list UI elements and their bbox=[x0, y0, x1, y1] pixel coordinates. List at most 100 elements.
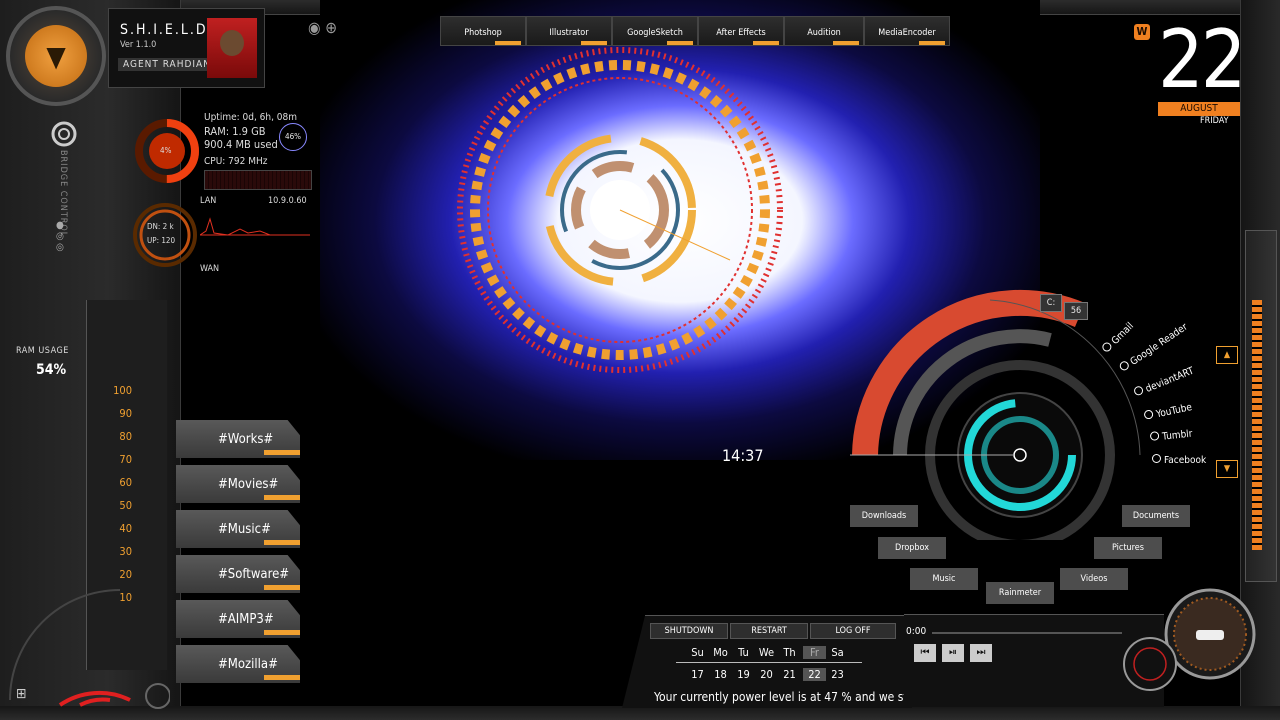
shutdown-button[interactable]: SHUTDOWN bbox=[650, 623, 728, 639]
scale-tick: 80 bbox=[119, 430, 132, 443]
download-speed: DN: 2 k bbox=[147, 222, 174, 231]
calendar-day: Mo bbox=[713, 646, 728, 659]
shortcut-label: #Works# bbox=[218, 431, 274, 447]
cpu-graph bbox=[204, 170, 312, 190]
shortcut-movies[interactable]: #Movies# bbox=[176, 465, 300, 503]
app-mediaencoder[interactable]: MediaEncoder bbox=[864, 16, 950, 46]
network-gauge bbox=[133, 203, 197, 267]
shortcut-works[interactable]: #Works# bbox=[176, 420, 300, 458]
shortcut-label: #Music# bbox=[218, 521, 271, 537]
calendar-date: 17 bbox=[691, 668, 704, 681]
power-bar bbox=[1252, 300, 1262, 550]
app-photoshop[interactable]: Photshop bbox=[440, 16, 526, 46]
avatar bbox=[207, 18, 257, 78]
uptime: Uptime: 0d, 6h, 08m bbox=[204, 112, 298, 123]
scale-tick: 90 bbox=[119, 407, 132, 420]
scale-tick: 60 bbox=[119, 476, 132, 489]
scale-tick: 100 bbox=[113, 384, 132, 397]
dot-icons: ● ◎ ◎ bbox=[56, 220, 64, 253]
target-icon[interactable] bbox=[50, 120, 78, 148]
folder-pictures[interactable]: Pictures bbox=[1094, 537, 1162, 559]
calendar-divider bbox=[676, 662, 862, 663]
folder-dropbox[interactable]: Dropbox bbox=[878, 537, 946, 559]
calendar-day: Th bbox=[783, 646, 796, 659]
calendar-day: Sa bbox=[831, 646, 844, 659]
shortcut-music[interactable]: #Music# bbox=[176, 510, 300, 548]
link-label: Facebook bbox=[1164, 455, 1207, 466]
settings-icons[interactable]: ◉ ⊕ bbox=[308, 18, 337, 37]
folder-downloads[interactable]: Downloads bbox=[850, 505, 918, 527]
calendar-date: 21 bbox=[783, 668, 796, 681]
link-facebook[interactable]: Facebook bbox=[1152, 448, 1206, 467]
calendar-date: 20 bbox=[760, 668, 773, 681]
app-label: Illustrator bbox=[549, 28, 589, 38]
calendar-date: 23 bbox=[831, 668, 844, 681]
app-googlesketch[interactable]: GoogleSketch bbox=[612, 16, 698, 46]
reactor-rings bbox=[457, 47, 783, 373]
date-weekday: FRIDAY bbox=[1200, 116, 1229, 126]
calendar-day-today: Fr bbox=[803, 646, 826, 659]
app-label: GoogleSketch bbox=[627, 28, 683, 38]
shield-logo[interactable]: ▼ bbox=[6, 6, 106, 106]
clock-time: 14:37 bbox=[722, 446, 764, 465]
date-day: 22 bbox=[1158, 13, 1247, 106]
scale-tick: 40 bbox=[119, 522, 132, 535]
app-label: Audition bbox=[807, 28, 841, 38]
windows-start-icon[interactable]: ⊞ bbox=[16, 686, 27, 702]
weather-icon[interactable]: W bbox=[1134, 24, 1150, 40]
folder-documents[interactable]: Documents bbox=[1122, 505, 1190, 527]
agent-name: AGENT RAHDIAN bbox=[118, 58, 216, 71]
scale-tick: 70 bbox=[119, 453, 132, 466]
eagle-icon: ▼ bbox=[25, 25, 87, 87]
scroll-up-icon[interactable]: ▲ bbox=[1216, 346, 1238, 364]
app-label: MediaEncoder bbox=[878, 28, 936, 38]
folder-videos[interactable]: Videos bbox=[1060, 568, 1128, 590]
shortcut-mozilla[interactable]: #Mozilla# bbox=[176, 645, 300, 683]
volume-knobs[interactable] bbox=[1120, 584, 1260, 694]
drive-usage: 56 bbox=[1064, 302, 1088, 320]
wan-label: WAN bbox=[200, 264, 220, 274]
shortcut-aimp3[interactable]: #AIMP3# bbox=[176, 600, 300, 638]
app-illustrator[interactable]: Illustrator bbox=[526, 16, 612, 46]
app-after-effects[interactable]: After Effects bbox=[698, 16, 784, 46]
scale-tick: 50 bbox=[119, 499, 132, 512]
calendar-day: Tu bbox=[738, 646, 749, 659]
ram-usage-label: RAM USAGE bbox=[16, 346, 69, 356]
scale-tick: 30 bbox=[119, 545, 132, 558]
previous-icon[interactable]: ⏮ bbox=[914, 644, 936, 662]
folder-music[interactable]: Music bbox=[910, 568, 978, 590]
player-time: 0:00 bbox=[906, 626, 927, 637]
shortcut-label: #Software# bbox=[218, 566, 290, 582]
app-label: Photshop bbox=[464, 28, 502, 38]
drive-letter[interactable]: C: bbox=[1040, 294, 1062, 312]
play-pause-icon[interactable]: ⏯ bbox=[942, 644, 964, 662]
network-graph bbox=[200, 217, 310, 236]
os-version: Ver 1.1.0 bbox=[120, 40, 157, 50]
ram-total: RAM: 1.9 GB bbox=[204, 125, 266, 138]
scroll-down-icon[interactable]: ▼ bbox=[1216, 460, 1238, 478]
bottom-frame bbox=[0, 706, 1280, 720]
shortcut-software[interactable]: #Software# bbox=[176, 555, 300, 593]
shortcut-label: #Movies# bbox=[218, 476, 279, 492]
shortcut-label: #Mozilla# bbox=[218, 656, 278, 672]
folder-rainmeter[interactable]: Rainmeter bbox=[986, 582, 1054, 604]
calendar-date: 19 bbox=[737, 668, 750, 681]
player-progress[interactable] bbox=[932, 632, 1122, 634]
shortcut-label: #AIMP3# bbox=[218, 611, 274, 627]
ram-used: 900.4 MB used bbox=[204, 138, 278, 151]
calendar-day: Su bbox=[691, 646, 704, 659]
link-label: Tumblr bbox=[1161, 428, 1194, 443]
radial-launcher bbox=[850, 289, 1141, 540]
calendar-day: We bbox=[758, 646, 775, 659]
app-audition[interactable]: Audition bbox=[784, 16, 864, 46]
logoff-button[interactable]: LOG OFF bbox=[810, 623, 896, 639]
calendar-date-today: 22 bbox=[803, 668, 826, 681]
date-month: AUGUST bbox=[1158, 102, 1240, 116]
app-label: After Effects bbox=[716, 28, 766, 38]
calendar-date: 18 bbox=[714, 668, 727, 681]
next-icon[interactable]: ⏭ bbox=[970, 644, 992, 662]
upload-speed: UP: 120 bbox=[147, 236, 176, 245]
cpu-percent: 4% bbox=[160, 146, 172, 155]
restart-button[interactable]: RESTART bbox=[730, 623, 808, 639]
ram-usage-value: 54% bbox=[36, 362, 67, 378]
